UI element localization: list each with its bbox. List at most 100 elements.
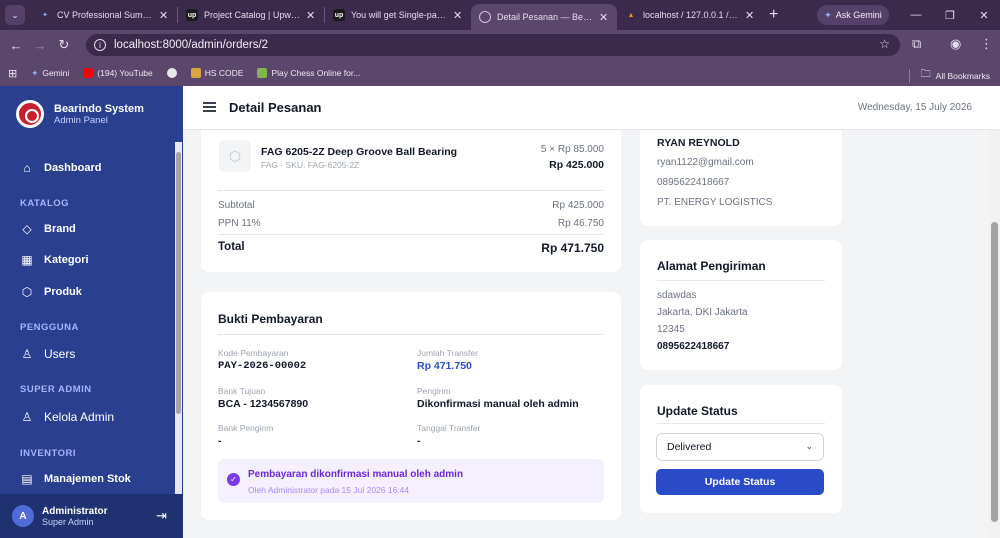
- sidebar-item-kelola-admin[interactable]: ♙ Kelola Admin: [20, 410, 114, 424]
- divider: [657, 423, 825, 424]
- shipping-line1: sdawdas: [657, 290, 697, 301]
- pengirim-value: Dikonfirmasi manual oleh admin: [417, 398, 579, 410]
- youtube-icon: [83, 68, 94, 78]
- browser-tab[interactable]: ✦ CV Professional Summary f ✕: [31, 0, 177, 30]
- kode-pembayaran-label: Kode Pembayaran: [218, 348, 289, 358]
- page-title: Detail Pesanan: [229, 100, 322, 115]
- upwork-favicon-icon: up: [333, 9, 345, 21]
- cube-icon: ⬡: [21, 285, 33, 299]
- customer-card: RYAN REYNOLD ryan1122@gmail.com 08956224…: [640, 130, 842, 226]
- reload-icon[interactable]: ↻: [52, 37, 76, 53]
- browser-tab[interactable]: up Project Catalog | Upwork ✕: [178, 0, 324, 30]
- kode-pembayaran-value: PAY-2026-00002: [218, 360, 307, 372]
- shipping-phone: 0895622418667: [657, 341, 730, 352]
- maximize-icon[interactable]: ❐: [932, 0, 968, 30]
- sidebar-item-users[interactable]: ♙ Users: [20, 347, 76, 361]
- clipboard-icon: ▤: [21, 472, 33, 486]
- avatar: A: [12, 505, 34, 527]
- globe-favicon-icon: [479, 11, 491, 23]
- forward-arrow-icon[interactable]: →: [28, 38, 52, 53]
- bookmark-star-icon[interactable]: ☆: [879, 37, 890, 51]
- item-meta: FAG · SKU: FAG-6205-2Z: [261, 160, 360, 170]
- address-toolbar: ← → ↻ i localhost:8000/admin/orders/2 ☆ …: [0, 30, 1000, 60]
- sidebar-scrollbar-thumb[interactable]: [176, 152, 181, 414]
- site-info-icon[interactable]: i: [94, 39, 106, 51]
- brand-name: Bearindo System: [54, 102, 144, 115]
- profile-avatar-icon[interactable]: ◉: [950, 36, 961, 52]
- sidebar-brand[interactable]: Bearindo System Admin Panel: [0, 86, 183, 142]
- tab-close-icon[interactable]: ✕: [745, 9, 755, 22]
- divider: [218, 190, 604, 191]
- tab-close-icon[interactable]: ✕: [453, 9, 463, 22]
- customer-email: ryan1122@gmail.com: [657, 157, 754, 168]
- bookmark-hs-code[interactable]: HS CODE: [190, 68, 243, 78]
- bookmark-chess[interactable]: Play Chess Online for...: [257, 68, 360, 78]
- tab-search-button[interactable]: ⌄: [5, 5, 25, 25]
- tab-title: You will get Single-page w: [351, 10, 447, 20]
- sidebar-item-kategori[interactable]: ▦ Kategori: [20, 253, 88, 267]
- status-select[interactable]: Delivered ⌄: [656, 433, 824, 461]
- bookmark-gemini[interactable]: ✦ Gemini: [31, 68, 69, 79]
- url-text: localhost:8000/admin/orders/2: [114, 39, 269, 51]
- shipping-line2: Jakarta, DKI Jakarta: [657, 307, 748, 318]
- pengirim-label: Pengirim: [417, 386, 451, 396]
- product-box-icon: ⬡: [219, 140, 251, 172]
- subtotal-label: Subtotal: [218, 200, 255, 211]
- tab-title: localhost / 127.0.0.1 / cbiss: [643, 10, 739, 20]
- user-name: Administrator: [42, 505, 108, 517]
- user-panel: A Administrator Super Admin ⇥: [0, 494, 183, 538]
- ask-gemini-label: Ask Gemini: [835, 10, 882, 20]
- ask-gemini-button[interactable]: ✦ Ask Gemini: [817, 5, 889, 25]
- tab-close-icon[interactable]: ✕: [599, 11, 609, 24]
- sidebar-section-inventori: INVENTORI: [20, 448, 77, 459]
- gemini-sparkle-icon: ✦: [31, 67, 39, 78]
- close-window-icon[interactable]: ✕: [966, 0, 1000, 30]
- bookmark-label: Play Chess Online for...: [271, 68, 361, 78]
- grid-icon: ▦: [21, 253, 33, 267]
- back-arrow-icon[interactable]: ←: [4, 38, 28, 53]
- item-name: FAG 6205-2Z Deep Groove Ball Bearing: [261, 146, 458, 158]
- tanggal-transfer-label: Tanggal Transfer: [417, 423, 481, 433]
- sidebar-item-brand[interactable]: ◇ Brand: [20, 222, 75, 236]
- bookmarks-bar: ⊞ ✦ Gemini (194) YouTube HS CODE Play Ch…: [0, 60, 1000, 86]
- folder-icon: 🗀: [920, 69, 931, 80]
- sidebar-scrollbar[interactable]: [175, 142, 182, 496]
- bookmark-youtube[interactable]: (194) YouTube: [83, 68, 153, 78]
- browser-tab-active[interactable]: Detail Pesanan — Bearindo ✕: [471, 4, 617, 30]
- main-scrollbar-thumb[interactable]: [991, 222, 998, 522]
- bearing-logo-icon: [16, 100, 44, 128]
- tab-close-icon[interactable]: ✕: [159, 9, 169, 22]
- extensions-puzzle-icon[interactable]: ⧉: [912, 36, 921, 52]
- browser-menu-kebab-icon[interactable]: ⋮: [980, 36, 993, 52]
- confirmation-title: Pembayaran dikonfirmasi manual oleh admi…: [248, 469, 464, 480]
- url-bar[interactable]: i localhost:8000/admin/orders/2 ☆: [86, 34, 900, 56]
- logout-icon[interactable]: ⇥: [156, 508, 167, 524]
- update-status-button[interactable]: Update Status: [656, 469, 824, 495]
- all-bookmarks-button[interactable]: 🗀 All Bookmarks: [908, 67, 990, 84]
- sidebar-item-dashboard[interactable]: ⌂ Dashboard: [20, 161, 101, 175]
- chevron-down-icon: ⌄: [805, 441, 813, 451]
- bank-tujuan-value: BCA - 1234567890: [218, 398, 309, 410]
- apps-grid-icon[interactable]: ⊞: [8, 67, 17, 80]
- browser-tab[interactable]: ▲ localhost / 127.0.0.1 / cbiss ✕: [617, 0, 763, 30]
- minimize-icon[interactable]: —: [898, 0, 934, 30]
- tab-title: Detail Pesanan — Bearindo: [497, 12, 593, 22]
- tab-close-icon[interactable]: ✕: [306, 9, 316, 22]
- item-qty-price: 5 × Rp 85.000: [540, 144, 604, 155]
- shipping-postal: 12345: [657, 324, 685, 335]
- hamburger-menu-icon[interactable]: [203, 102, 216, 112]
- phpmyadmin-favicon-icon: ▲: [627, 11, 635, 19]
- check-circle-icon: ✓: [227, 473, 240, 486]
- divider: [657, 280, 825, 281]
- browser-tab[interactable]: up You will get Single-page w ✕: [325, 0, 471, 30]
- sidebar-section-pengguna: PENGGUNA: [20, 322, 79, 333]
- bookmark-globe[interactable]: [166, 68, 177, 78]
- order-items-card: ⬡ FAG 6205-2Z Deep Groove Ball Bearing F…: [201, 130, 621, 272]
- tanggal-transfer-value: -: [417, 435, 421, 447]
- new-tab-plus-icon[interactable]: +: [769, 6, 778, 24]
- sidebar-item-produk[interactable]: ⬡ Produk: [20, 285, 82, 299]
- main-scrollbar[interactable]: [989, 130, 1000, 538]
- globe-icon: [166, 68, 177, 78]
- sidebar-item-manajemen-stok[interactable]: ▤ Manajemen Stok: [20, 472, 130, 486]
- tab-title: Project Catalog | Upwork: [204, 10, 300, 20]
